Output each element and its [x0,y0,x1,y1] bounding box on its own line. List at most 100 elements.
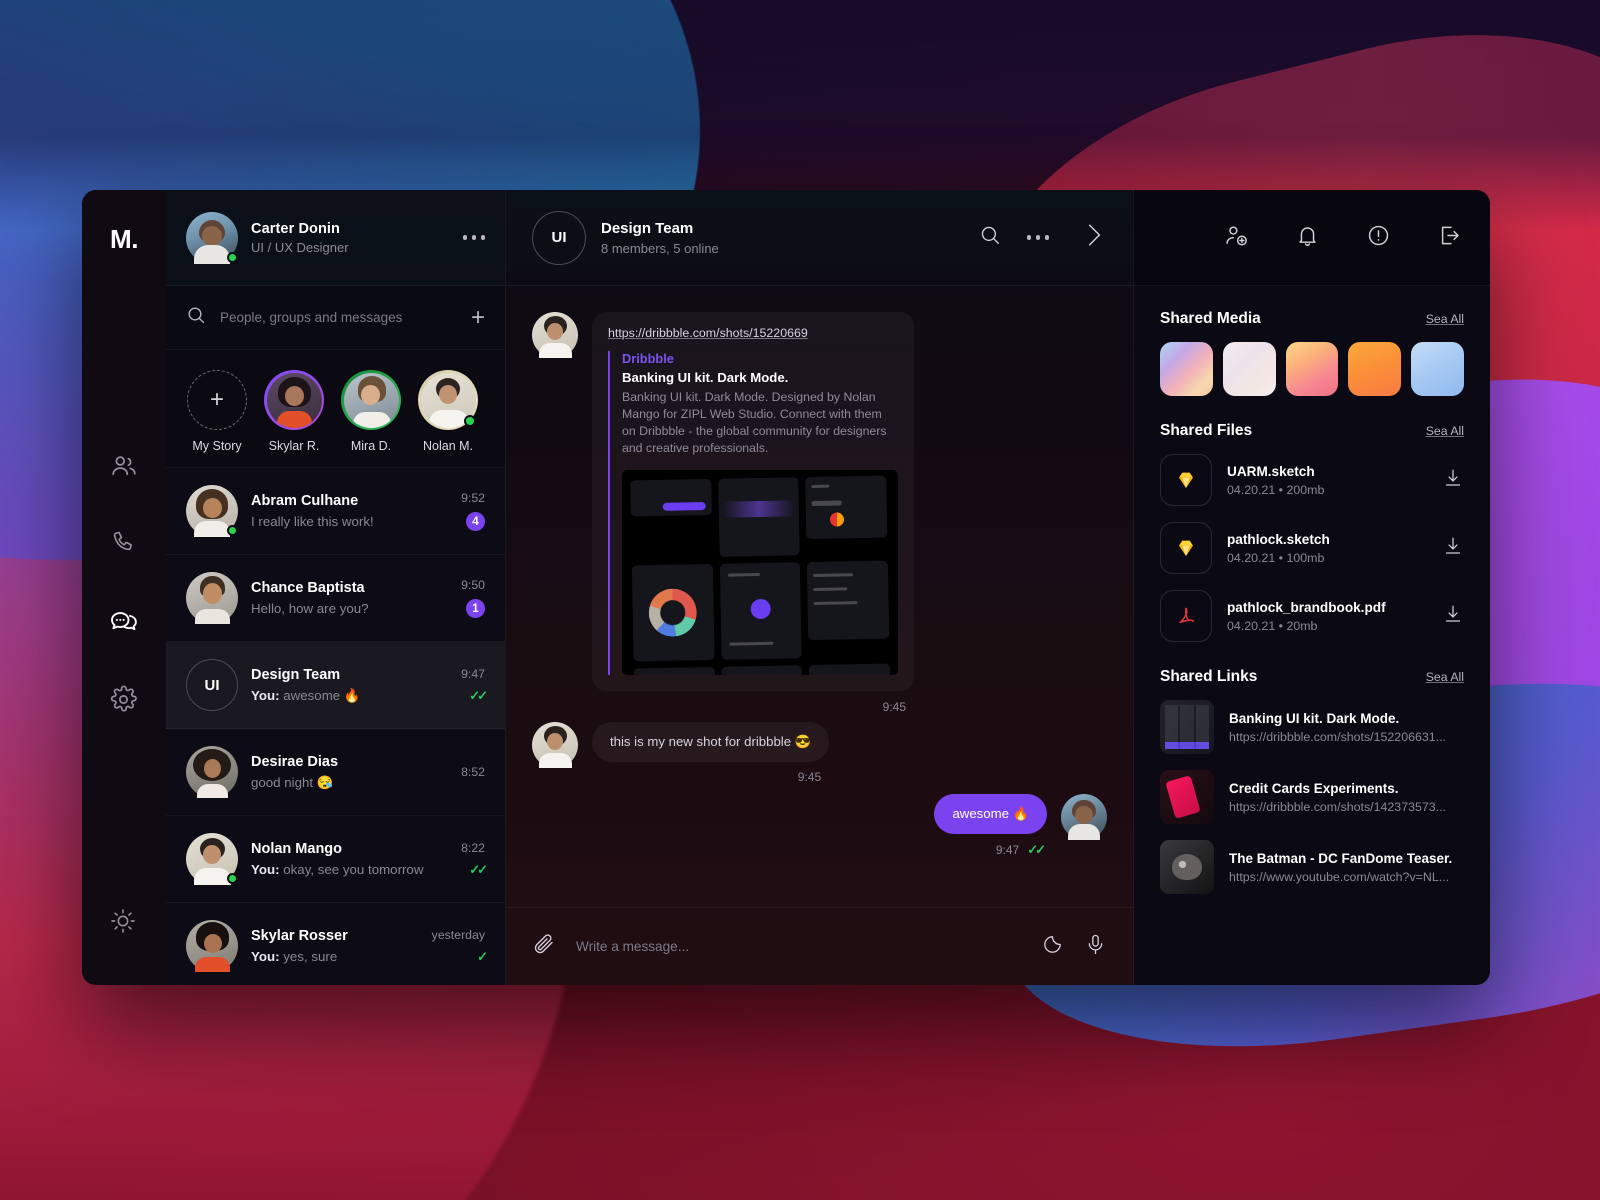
chat-preview-prefix: You: [251,862,280,877]
file-row[interactable]: pathlock_brandbook.pdf 04.20.21 • 20mb [1160,590,1464,642]
logout-icon[interactable] [1437,223,1462,253]
story-label: Skylar R. [268,439,320,453]
chat-preview: You: okay, see you tomorrow [251,862,448,877]
search-input[interactable] [220,310,457,325]
file-name: pathlock.sketch [1227,531,1330,547]
emoji-icon[interactable] [1041,933,1064,961]
message-outgoing: awesome 🔥 9:47 ✓✓ [532,793,1107,858]
conversation-more-icon[interactable] [1026,235,1049,240]
avatar [186,485,238,537]
download-icon[interactable] [1442,603,1464,630]
link-preview-card[interactable]: https://dribbble.com/shots/15220669 Drib… [592,312,914,691]
link-preview-body: Dribbble Banking UI kit. Dark Mode. Bank… [608,351,898,675]
shared-links-header: Shared Links Sea All [1160,668,1464,686]
link-thumbnail [1160,770,1214,824]
download-icon[interactable] [1442,467,1464,494]
attachment-icon[interactable] [532,932,556,961]
chat-row-abram[interactable]: Abram Culhane I really like this work! 9… [166,468,505,555]
message-bubble[interactable]: this is my new shot for dribbble 😎 [592,721,830,762]
sun-icon[interactable] [109,907,139,937]
chat-name: Chance Baptista [251,580,365,596]
section-title: Shared Links [1160,668,1258,685]
avatar [186,746,238,798]
message-input[interactable] [576,939,1021,954]
shot-tile [809,663,891,675]
see-all-files-link[interactable]: Sea All [1426,424,1464,438]
chat-preview: You: awesome 🔥 [251,688,448,704]
link-description: Banking UI kit. Dark Mode. Designed by N… [622,390,887,455]
link-url[interactable]: https://dribbble.com/shots/15220669 [608,326,898,340]
message-link-preview: https://dribbble.com/shots/15220669 Drib… [532,312,1107,714]
story-mira[interactable]: Mira D. [340,370,402,453]
chat-preview: good night 😪 [251,774,334,790]
chat-preview-text: awesome 🔥 [283,687,361,703]
chat-time: 8:22 [461,840,485,855]
media-thumbnail[interactable] [1411,342,1464,396]
file-row[interactable]: UARM.sketch 04.20.21 • 200mb [1160,454,1464,506]
chat-row-chance[interactable]: Chance Baptista Hello, how are you? 9:50… [166,555,505,642]
media-thumbnail[interactable] [1348,342,1402,396]
sketch-icon [1160,454,1212,506]
chat-row-skylar[interactable]: Skylar Rosser You: yes, sure yesterday ✓ [166,903,505,985]
file-meta: 04.20.21 • 100mb [1227,550,1325,565]
chat-preview: Hello, how are you? [251,601,369,616]
chat-name: Skylar Rosser [251,928,348,944]
add-story-icon[interactable]: + [187,370,247,430]
avatar [532,312,578,358]
shot-tile [719,562,802,660]
profile-more-icon[interactable] [462,235,485,240]
search-bar: + [166,286,505,350]
link-url: https://dribbble.com/shots/142373573... [1229,799,1446,814]
theme-toggle[interactable] [109,907,139,937]
profile-role: UI / UX Designer [251,239,349,255]
file-meta: 04.20.21 • 200mb [1227,482,1325,497]
conversation-panel: UI Design Team 8 members, 5 online https… [506,190,1134,985]
search-icon [186,305,206,330]
search-icon[interactable] [979,224,1001,251]
shared-link-row[interactable]: Banking UI kit. Dark Mode. https://dribb… [1160,700,1464,754]
link-thumbnail [1160,700,1214,754]
calls-icon[interactable] [109,529,139,559]
message-bubble[interactable]: awesome 🔥 [934,793,1047,834]
see-all-media-link[interactable]: Sea All [1426,312,1464,326]
story-skylar[interactable]: Skylar R. [263,370,325,453]
info-panel-actions [1134,190,1490,286]
story-my-story[interactable]: + My Story [186,370,248,453]
messages-area: https://dribbble.com/shots/15220669 Drib… [506,286,1133,907]
story-nolan[interactable]: Nolan M. [417,370,479,453]
read-ticks: ✓✓ [469,687,488,703]
story-ring[interactable] [264,370,324,430]
info-icon[interactable] [1366,223,1391,253]
story-ring[interactable] [418,370,478,430]
chat-preview-text: yes, sure [283,949,338,964]
chat-time: 9:47 [461,666,485,681]
message-time: 9:45 [882,699,906,714]
story-label: Nolan M. [422,439,474,453]
add-person-icon[interactable] [1224,223,1249,253]
media-thumbnail[interactable] [1222,342,1276,396]
chat-row-desirae[interactable]: Desirae Dias good night 😪 8:52 [166,729,505,816]
file-row[interactable]: pathlock.sketch 04.20.21 • 100mb [1160,522,1464,574]
microphone-icon[interactable] [1084,933,1107,961]
see-all-links-link[interactable]: Sea All [1426,670,1464,684]
bell-icon[interactable] [1295,223,1320,253]
chat-time: 8:52 [461,765,485,779]
avatar [186,572,238,624]
settings-icon[interactable] [109,685,139,715]
story-ring[interactable] [341,370,401,430]
collapse-panel-icon[interactable] [1081,220,1107,255]
new-chat-icon[interactable]: + [471,305,485,330]
info-panel: Shared Media Sea All Shared Files Sea Al… [1134,190,1490,985]
download-icon[interactable] [1442,535,1464,562]
media-thumbnail[interactable] [1285,342,1339,396]
chat-row-design-team[interactable]: UI Design Team You: awesome 🔥 9:47 ✓✓ [166,642,505,729]
contacts-icon[interactable] [109,451,139,481]
shared-link-row[interactable]: The Batman - DC FanDome Teaser. https://… [1160,840,1464,894]
message-time: 9:47 [995,842,1020,857]
shared-link-row[interactable]: Credit Cards Experiments. https://dribbb… [1160,770,1464,824]
chats-icon[interactable] [109,607,139,637]
avatar[interactable] [186,211,238,264]
chat-row-nolan[interactable]: Nolan Mango You: okay, see you tomorrow … [166,816,505,903]
chat-time: 9:52 [461,491,485,505]
media-thumbnail[interactable] [1160,342,1213,396]
